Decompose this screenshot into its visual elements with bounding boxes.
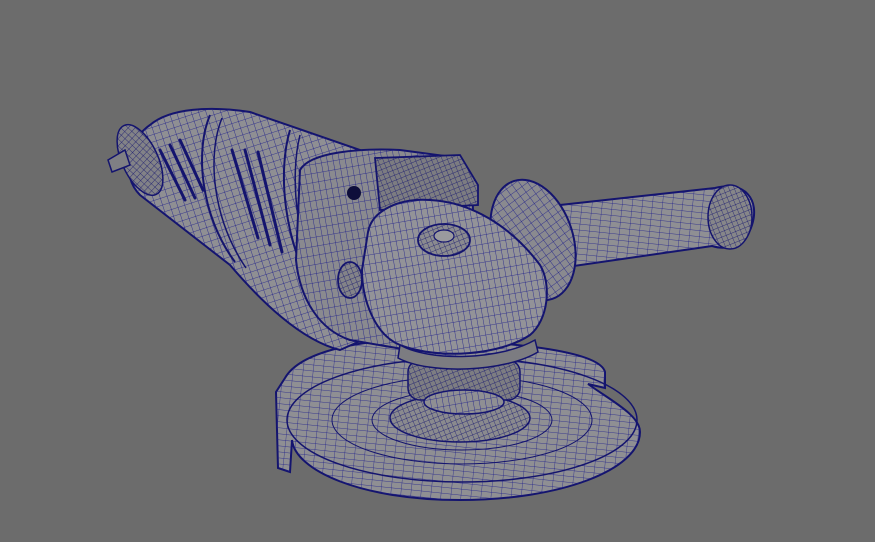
3d-viewport[interactable] [0, 0, 875, 542]
grinder-model [107, 107, 756, 502]
